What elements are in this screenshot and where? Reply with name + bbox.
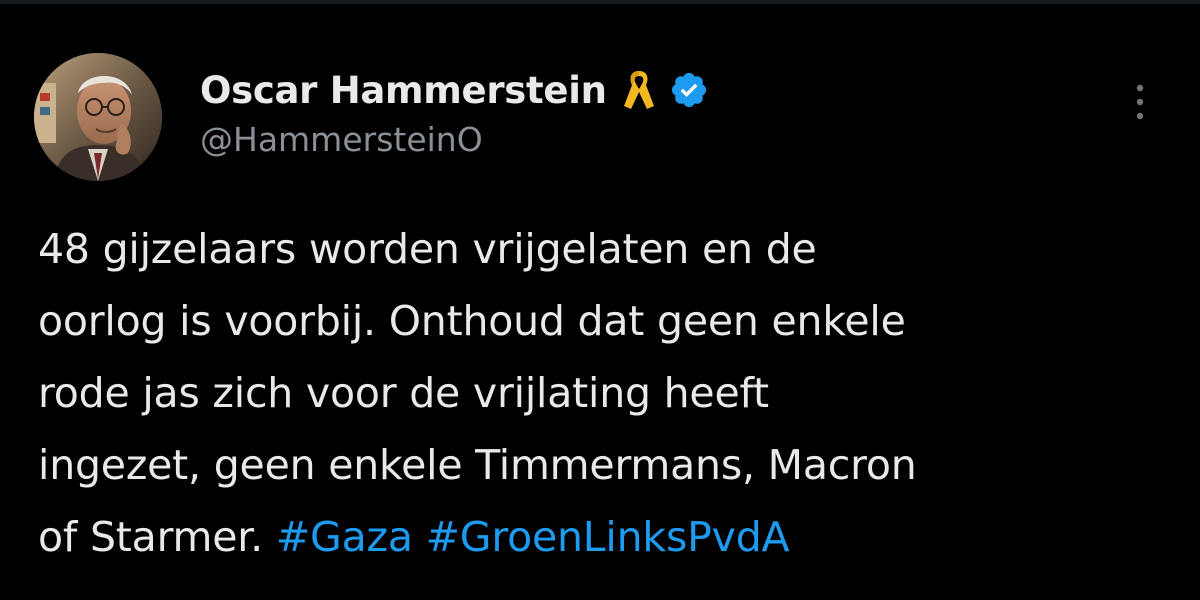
yellow-ribbon-icon bbox=[619, 68, 659, 112]
vertical-ellipsis-icon bbox=[1136, 84, 1144, 120]
tweet-text-line: oorlog is voorbij. Onthoud dat geen enke… bbox=[38, 297, 906, 345]
tweet-text: 48 gijzelaars worden vrijgelaten en de o… bbox=[38, 213, 1178, 573]
tweet-text-line: rode jas zich voor de vrijlating heeft bbox=[38, 369, 769, 417]
avatar[interactable] bbox=[34, 53, 162, 181]
verified-badge-icon[interactable] bbox=[669, 70, 709, 110]
author-handle[interactable]: @HammersteinO bbox=[200, 120, 709, 159]
author-display-name[interactable]: Oscar Hammerstein bbox=[200, 69, 607, 112]
more-options-button[interactable] bbox=[1122, 80, 1158, 124]
tweet-text-line: 48 gijzelaars worden vrijgelaten en de bbox=[38, 225, 817, 273]
tweet-text-last-line: of Starmer. #Gaza #GroenLinksPvdA bbox=[38, 501, 1178, 573]
hashtag-link-gaza[interactable]: #Gaza bbox=[276, 513, 413, 561]
name-row: Oscar Hammerstein bbox=[200, 64, 709, 116]
tweet-card: Oscar Hammerstein @HammersteinO 48 gijze… bbox=[0, 0, 1200, 600]
hashtag-link-groenlinkspvda[interactable]: #GroenLinksPvdA bbox=[426, 513, 790, 561]
tweet-text-line: of Starmer. bbox=[38, 513, 264, 561]
avatar-photo bbox=[34, 53, 162, 181]
tweet-text-line: ingezet, geen enkele Timmermans, Macron bbox=[38, 441, 917, 489]
tweet-header: Oscar Hammerstein @HammersteinO bbox=[200, 64, 709, 159]
